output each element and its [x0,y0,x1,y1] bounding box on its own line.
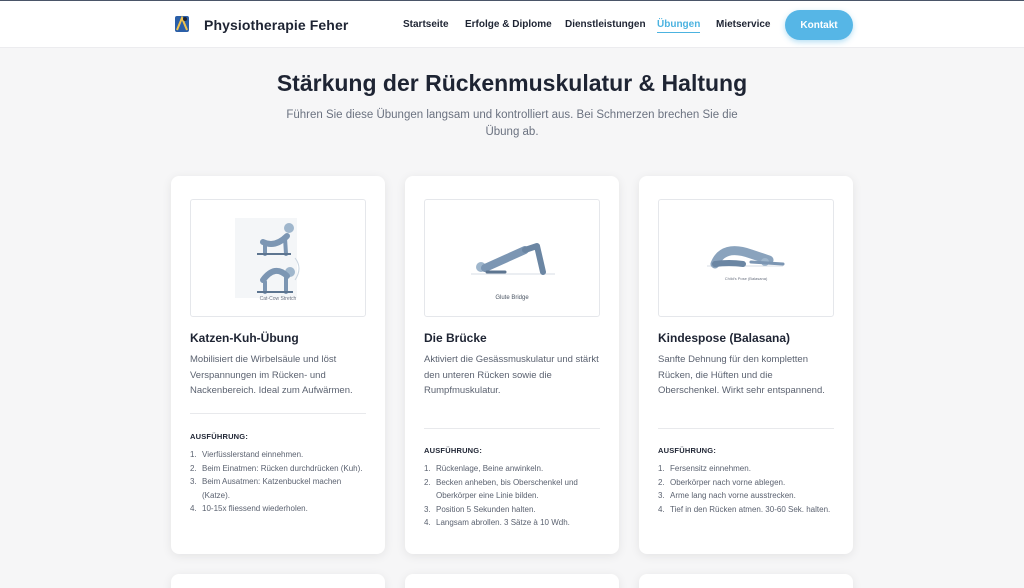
site-header: Physiotherapie Feher Startseite Erfolge … [0,0,1024,48]
card-divider [190,413,366,414]
exercise-image: Glute Bridge [424,199,600,317]
card-description: Aktiviert die Gesässmuskulatur und stärk… [424,354,599,396]
exercise-image: Child's Pose (Balasana) [658,199,834,317]
image-caption: Cat-Cow Stretch [259,296,297,302]
step-item: 4. Tief in den Rücken atmen. 30-60 Sek. h… [658,504,831,514]
exercise-card-childs-pose: Child's Pose (Balasana) Kindespose (Bala… [639,176,853,554]
steps-list: 1. Fersensitz einnehmen. 2. Oberkörper nac… [658,462,834,516]
childs-pose-illustration [707,246,785,269]
card-divider [658,428,834,429]
step-item: 4. 10-15x fliessend wiederholen. [190,504,308,514]
card-description: Sanfte Dehnung für den kompletten Rücken… [658,354,825,396]
step-item: 2. Beim Einatmen: Rücken durchdrücken (Ku… [190,463,363,473]
step-item: 1. Fersensitz einnehmen. [658,464,751,473]
card-title: Die Brücke [424,331,487,345]
card-divider [424,428,600,429]
nav-dienstleistungen[interactable]: Dienstleistungen [565,19,646,30]
image-caption: Glute Bridge [495,295,529,301]
steps-heading: AUSFÜHRUNG: [424,446,483,455]
step-item: 2. Oberkörper nach vorne ablegen. [658,477,786,487]
page-subtitle: Führen Sie diese Übungen langsam und kon… [286,109,738,138]
contact-button[interactable]: Kontakt [785,10,853,40]
exercise-card-next [171,574,385,588]
card-title: Katzen-Kuh-Übung [190,331,299,345]
exercise-card-next [405,574,619,588]
main-nav: Startseite Erfolge & Diplome Dienstleist… [0,19,1024,33]
nav-erfolge-diplome[interactable]: Erfolge & Diplome [465,19,552,30]
exercise-card-next [639,574,853,588]
step-item: 3. Beim Ausatmen: Katzenbuckel machen (Ka… [190,477,342,500]
steps-list: 1. Rückenlage, Beine anwinkeln. 2. Becken … [424,462,600,530]
image-caption: Child's Pose (Balasana) [724,276,768,281]
exercise-card-bridge: Glute Bridge Die Brücke Aktiviert die Ge… [405,176,619,554]
steps-heading: AUSFÜHRUNG: [190,432,249,441]
step-item: 2. Becken anheben, bis Oberschenkel und O… [424,477,578,501]
step-item: 3. Position 5 Sekunden halten. [424,504,536,514]
step-item: 1. Rückenlage, Beine anwinkeln. [424,464,544,473]
card-title: Kindespose (Balasana) [658,331,791,345]
nav-mietservice[interactable]: Mietservice [716,19,770,30]
step-item: 3. Arme lang nach vorne ausstrecken. [658,491,796,501]
step-item: 1. Vierfüsslerstand einnehmen. [190,450,304,459]
nav-uebungen[interactable]: Übungen [657,19,701,33]
nav-startseite[interactable]: Startseite [403,19,449,30]
page-title: Stärkung der Rückenmuskulatur & Haltung [276,70,748,96]
exercise-image: Cat-Cow Stretch [190,199,366,317]
steps-list: 1. Vierfüsslerstand einnehmen. 2. Beim Ein… [190,448,366,516]
card-description: Mobilisiert die Wirbelsäule und löst Ver… [190,354,353,396]
steps-heading: AUSFÜHRUNG: [658,446,717,455]
step-item: 4. Langsam abrollen. 3 Sätze à 10 Wdh. [424,518,570,528]
exercise-card-cat-cow: Cat-Cow Stretch Katzen-Kuh-Übung Mobilis… [171,176,385,554]
